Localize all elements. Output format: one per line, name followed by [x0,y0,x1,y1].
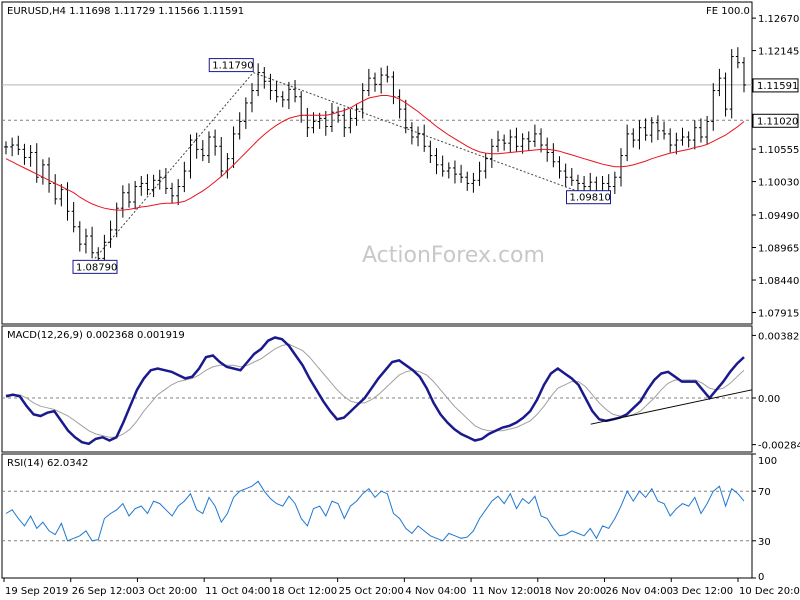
x-tick-label: 18 Oct 12:00 [272,586,337,597]
y-tick-label: 70 [758,487,771,498]
y-tick-label: 1.08965 [758,244,799,255]
x-tick-label: 26 Nov 04:00 [606,586,673,597]
y-tick-label: 1.10555 [758,145,799,156]
x-tick-label: 11 Nov 12:00 [472,586,539,597]
watermark: ActionForex.com [362,243,545,268]
y-tick-label: 30 [758,537,771,548]
y-tick-label: 100 [758,456,777,467]
price-annotation-label: 1.09810 [570,193,611,204]
x-tick-label: 11 Oct 04:00 [205,586,270,597]
corner-label: FE 100.0 [706,6,750,17]
panel-frame-rsi [1,453,753,579]
y-tick-label: -0.002849 [758,441,800,452]
x-tick-label: 25 Oct 20:00 [339,586,404,597]
price-annotation-label: 1.11790 [212,61,253,72]
y-tick-label: 1.08440 [758,276,799,287]
current-price-label: 1.11591 [757,81,798,92]
y-tick-label: 1.10030 [758,178,799,189]
level-label: 1.11020 [757,116,798,127]
y-tick-label: 1.09490 [758,211,799,222]
panel-frame-macd [1,325,753,453]
rsi-panel-header: RSI(14) 62.0342 [7,458,88,469]
x-tick-label: 3 Oct 20:00 [138,586,197,597]
chart-canvas: 1.08790 1.11790 1.09810 1.12670 1.12145 1.105… [1,1,800,597]
x-tick-label: 18 Nov 20:00 [539,586,606,597]
y-tick-label: 0 [758,572,764,583]
x-tick-label: 4 Nov 04:00 [405,586,466,597]
x-tick-label: 19 Sep 2019 [5,586,68,597]
macd-panel-header: MACD(12,26,9) 0.002368 0.001919 [7,330,185,341]
y-tick-label: 0.00 [758,394,780,405]
x-tick-label: 3 Dec 12:00 [672,586,733,597]
y-tick-label: 0.003826 [758,331,800,342]
y-tick-label: 1.12145 [758,47,799,58]
price-panel-header: EURUSD,H4 1.11698 1.11729 1.11566 1.1159… [7,6,244,17]
price-annotation-label: 1.08790 [76,262,117,273]
y-tick-label: 1.12670 [758,14,799,25]
y-tick-label: 1.07915 [758,309,799,320]
x-tick-label: 10 Dec 20:00 [739,586,800,597]
x-tick-label: 26 Sep 12:00 [72,586,139,597]
